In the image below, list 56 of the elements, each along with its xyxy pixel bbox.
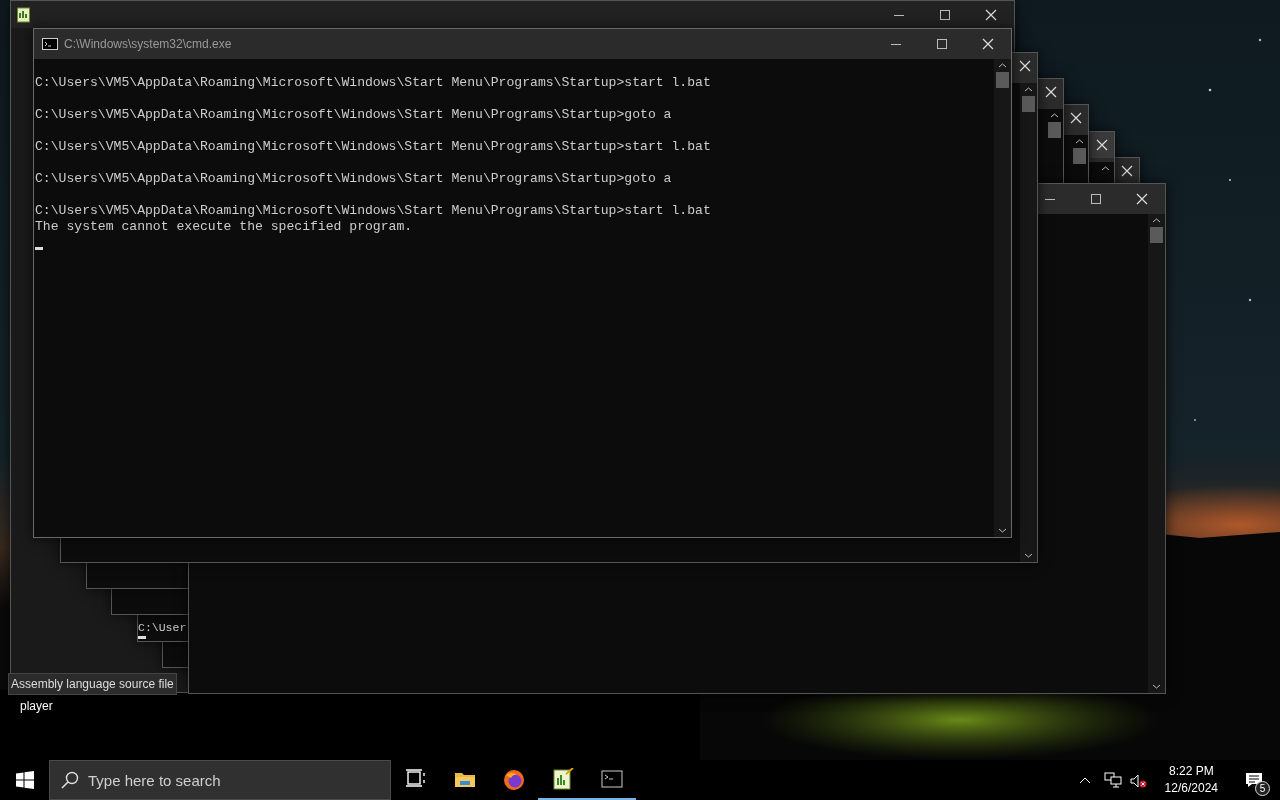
scroll-down-icon[interactable] — [1024, 553, 1033, 558]
maximize-icon — [937, 39, 947, 49]
scroll-down-icon[interactable] — [1152, 684, 1161, 689]
scroll-up-icon[interactable] — [1101, 166, 1110, 171]
browser-icon — [502, 769, 525, 791]
notifications-button[interactable]: 5 — [1236, 760, 1272, 800]
scrollbar[interactable] — [1020, 83, 1037, 562]
console-line: C:\Users\VM5\AppData\Roaming\Microsoft\Windows\Start Menu\Programs\Startup>start l.bat — [35, 203, 712, 219]
close-icon — [982, 38, 994, 50]
close-icon — [1019, 60, 1031, 72]
maximize-icon — [1091, 194, 1101, 204]
scroll-thumb[interactable] — [1022, 96, 1035, 112]
console-line: C:\Users\VM5\AppData\Roaming\Microsoft\Windows\Start Menu\Programs\Startup>goto a — [35, 107, 673, 123]
text-cursor — [35, 247, 43, 250]
search-icon — [61, 771, 79, 789]
close-icon — [1136, 193, 1148, 205]
windows-logo-icon — [15, 771, 34, 789]
scrollbar[interactable] — [994, 59, 1011, 537]
close-icon — [1070, 112, 1082, 124]
console-icon — [42, 38, 58, 50]
scroll-up-icon[interactable] — [1024, 87, 1033, 92]
scroll-thumb[interactable] — [1073, 148, 1086, 164]
close-icon — [1121, 165, 1133, 177]
window-title: C:\Windows\system32\cmd.exe — [64, 36, 232, 53]
scroll-thumb[interactable] — [1150, 227, 1163, 243]
clock-date[interactable]: 12/6/2024 — [1164, 780, 1218, 797]
scroll-thumb[interactable] — [996, 72, 1009, 88]
text-cursor — [138, 636, 146, 639]
scroll-up-icon[interactable] — [1075, 139, 1084, 144]
notepad-icon — [17, 7, 31, 24]
chevron-icon — [1078, 776, 1091, 784]
notification-count: 5 — [1255, 781, 1270, 796]
console-line: C:\User — [138, 621, 188, 634]
notepad-icon — [551, 768, 574, 790]
desktop-icon-label: player — [20, 698, 53, 715]
scroll-up-icon[interactable] — [1050, 113, 1059, 118]
close-button[interactable] — [1090, 132, 1114, 158]
tooltip: Assembly language source file — [8, 673, 177, 695]
muted-speaker-icon[interactable] — [1129, 772, 1147, 789]
console-icon — [600, 768, 623, 790]
scroll-up-icon[interactable] — [998, 63, 1007, 68]
scrollbar[interactable] — [1148, 214, 1165, 693]
scroll-down-icon[interactable] — [998, 528, 1007, 533]
maximize-icon — [940, 9, 950, 20]
console-line: The system cannot execute the specified program. — [35, 219, 414, 235]
clock-time[interactable]: 8:22 PM — [1164, 763, 1218, 780]
scroll-thumb[interactable] — [1048, 122, 1061, 138]
console-line: C:\Users\VM5\AppData\Roaming\Microsoft\Windows\Start Menu\Programs\Startup>goto a — [35, 171, 673, 187]
console-line: C:\Users\VM5\AppData\Roaming\Microsoft\Windows\Start Menu\Programs\Startup>start l.bat — [35, 75, 712, 91]
close-icon — [985, 8, 997, 21]
close-icon — [1096, 139, 1108, 151]
close-icon — [1045, 86, 1057, 98]
network-icon[interactable] — [1103, 772, 1122, 788]
scroll-up-icon[interactable] — [1152, 218, 1161, 223]
search-field[interactable]: Type here to search — [49, 760, 391, 800]
console-line: C:\Users\VM5\AppData\Roaming\Microsoft\Windows\Start Menu\Programs\Startup>start l.bat — [35, 139, 712, 155]
